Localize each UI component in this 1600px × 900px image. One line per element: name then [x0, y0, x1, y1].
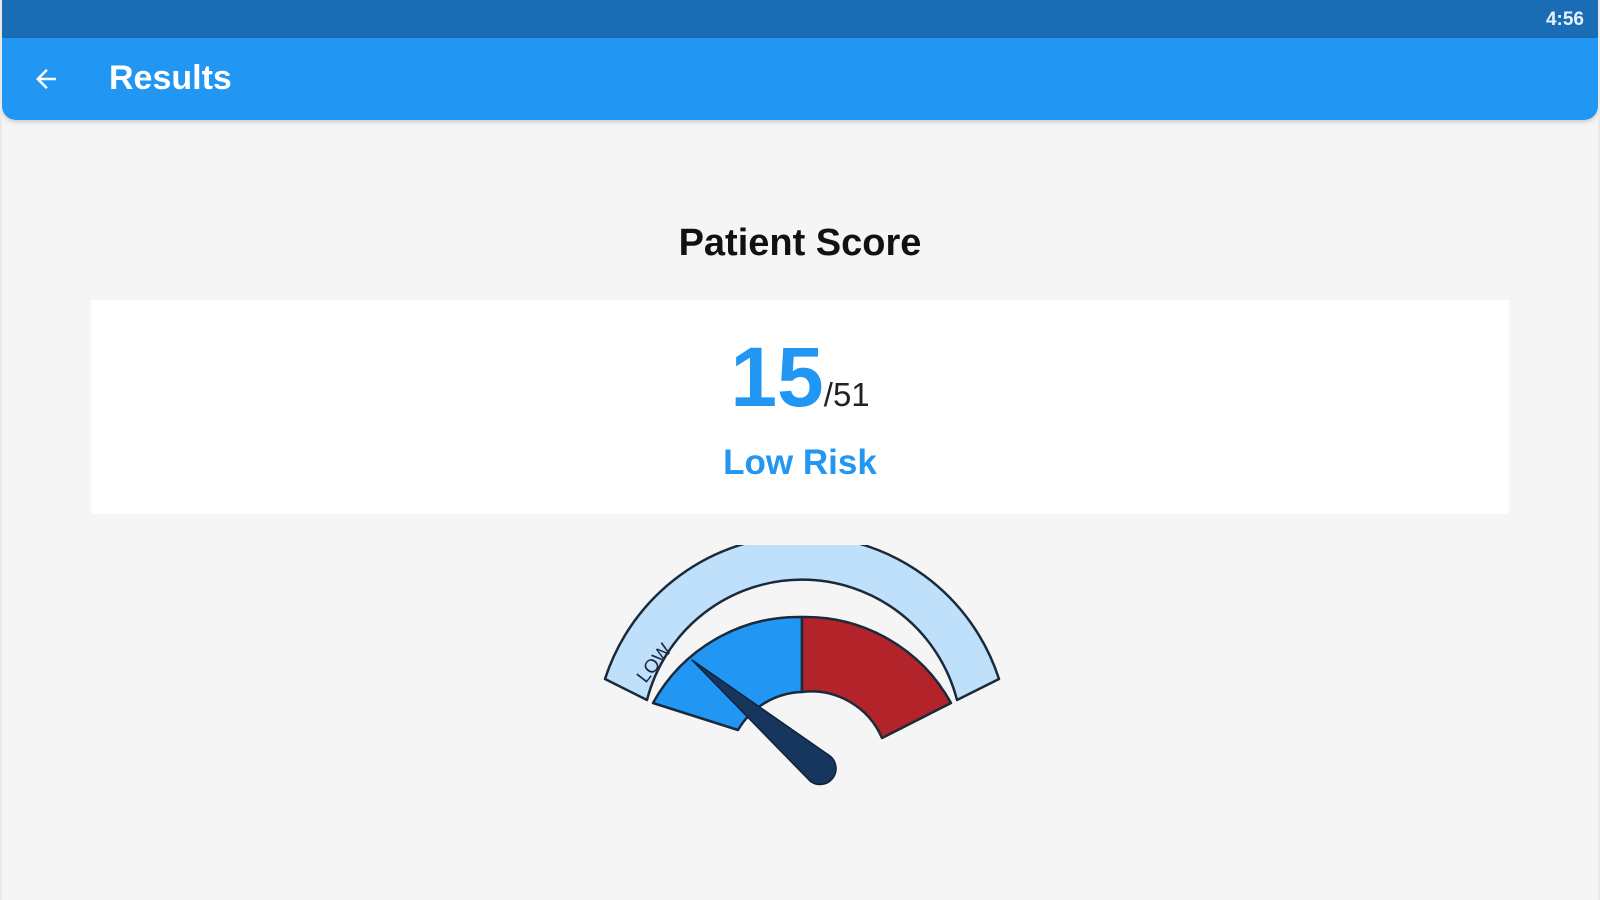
- arrow-left-icon: [36, 69, 56, 89]
- app-screen: 4:56 Results Patient Score 15/51 Low Ris…: [2, 0, 1598, 900]
- score-card: 15/51 Low Risk: [91, 300, 1509, 514]
- score-heading: Patient Score: [678, 222, 922, 264]
- status-time: 4:56: [1545, 9, 1584, 30]
- app-bar: Results: [2, 38, 1598, 120]
- page-title: Results: [109, 59, 232, 97]
- back-button[interactable]: [24, 57, 68, 101]
- status-bar: 4:56: [2, 0, 1598, 38]
- score-value: 15: [730, 330, 824, 424]
- risk-level-label: Low Risk: [723, 443, 877, 482]
- score-line: 15/51: [91, 332, 1509, 440]
- score-max: /51: [823, 376, 870, 413]
- risk-gauge: LOW: [603, 545, 1001, 786]
